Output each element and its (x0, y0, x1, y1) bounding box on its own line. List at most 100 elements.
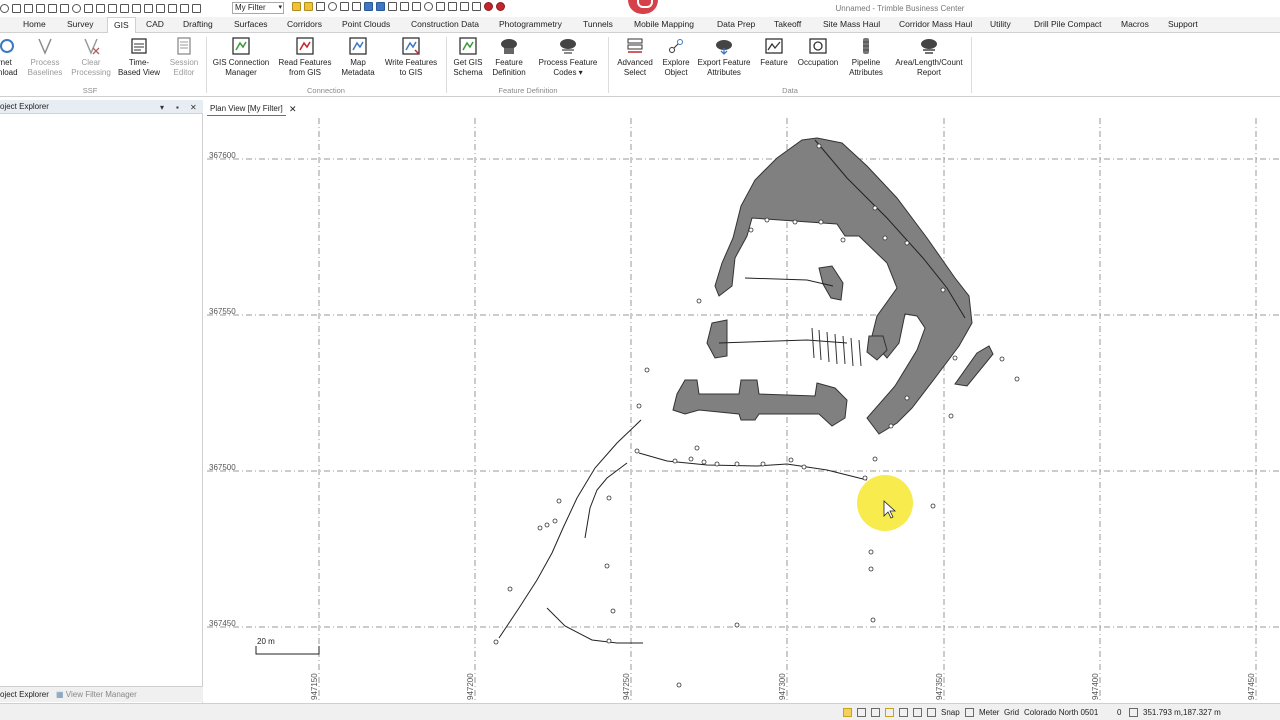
pick-icon[interactable] (316, 2, 325, 11)
view-icon[interactable] (180, 4, 189, 13)
tab-project-explorer[interactable]: oject Explorer (0, 689, 49, 701)
ribbon-panel: rnet nload Process Baselines Clear Proce… (0, 33, 1280, 97)
tab-data-prep[interactable]: Data Prep (717, 17, 755, 33)
grid-status[interactable]: Grid (1004, 707, 1019, 718)
tab-cad[interactable]: CAD (146, 17, 164, 33)
pen-icon[interactable] (448, 2, 457, 11)
snap-toggle-icon[interactable] (927, 708, 936, 717)
redo-icon[interactable] (120, 4, 129, 13)
zoom-extents-icon[interactable] (132, 4, 141, 13)
clear-processing-button[interactable]: Clear Processing (69, 36, 113, 78)
structure-polygon[interactable] (866, 335, 888, 361)
process-baselines-button[interactable]: Process Baselines (26, 36, 64, 78)
gis-connection-manager-button[interactable]: GIS Connection Manager (210, 36, 272, 78)
orbit-icon[interactable] (424, 2, 433, 11)
table-icon[interactable] (400, 2, 409, 11)
advanced-select-button[interactable]: Advanced Select (613, 36, 657, 78)
pencil-icon[interactable] (376, 2, 385, 11)
structure-polygon[interactable] (706, 319, 728, 359)
cube-icon[interactable] (352, 2, 361, 11)
tab-site-mass-haul[interactable]: Site Mass Haul (823, 17, 880, 33)
write-features-to-gis-button[interactable]: Write Features to GIS (382, 36, 440, 78)
polyline-icon[interactable] (412, 2, 421, 11)
tab-photogrammetry[interactable]: Photogrammetry (499, 17, 562, 33)
map-metadata-button[interactable]: Map Metadata (338, 36, 378, 78)
measure-icon[interactable] (340, 2, 349, 11)
plan-view-tab[interactable]: Plan View [My Filter] (207, 103, 286, 116)
tab-view-filter-manager[interactable]: ▦ View Filter Manager (56, 689, 137, 701)
tab-point-clouds[interactable]: Point Clouds (342, 17, 390, 33)
tab-support[interactable]: Support (1168, 17, 1198, 33)
pipeline-attributes-button[interactable]: Pipeline Attributes (845, 36, 887, 78)
undo-icon[interactable] (108, 4, 117, 13)
select-toggle-icon[interactable] (857, 708, 866, 717)
tab-drill-pile-compact[interactable]: Drill Pile Compact (1034, 17, 1102, 33)
highlight-toggle-icon[interactable] (843, 708, 852, 717)
units-status[interactable]: Meter (979, 707, 999, 718)
open-icon[interactable] (24, 4, 33, 13)
coordinate-system-status[interactable]: Colorado North 0501 (1024, 707, 1098, 718)
snap-icon[interactable] (328, 2, 337, 11)
print-icon[interactable] (60, 4, 69, 13)
save-as-icon[interactable] (48, 4, 57, 13)
pan-icon[interactable] (156, 4, 165, 13)
area-length-count-report-button[interactable]: Area/Length/Count Report (891, 36, 967, 78)
tab-corridors[interactable]: Corridors (287, 17, 322, 33)
import-icon[interactable] (84, 4, 93, 13)
filter-icon[interactable] (304, 2, 313, 11)
grid-icon[interactable] (388, 2, 397, 11)
tab-construction-data[interactable]: Construction Data (411, 17, 479, 33)
refresh-icon[interactable] (0, 4, 9, 13)
tab-takeoff[interactable]: Takeoff (774, 17, 801, 33)
record-icon[interactable] (484, 2, 493, 11)
session-editor-button[interactable]: Session Editor (165, 36, 203, 78)
process-feature-codes-button[interactable]: Process Feature Codes ▾ (535, 36, 601, 78)
tab-home[interactable]: Home (23, 17, 46, 33)
select-icon[interactable] (192, 4, 201, 13)
new-project-icon[interactable] (12, 4, 21, 13)
save-icon[interactable] (36, 4, 45, 13)
grid-toggle-icon[interactable] (885, 708, 894, 717)
tab-corridor-mass-haul[interactable]: Corridor Mass Haul (899, 17, 972, 33)
read-features-from-gis-button[interactable]: Read Features from GIS (276, 36, 334, 78)
time-based-view-button[interactable]: Time- Based View (117, 36, 161, 78)
structure-polygon[interactable] (818, 265, 844, 301)
dim-icon[interactable] (436, 2, 445, 11)
zoom-window-icon[interactable] (144, 4, 153, 13)
snap-status[interactable]: Snap (941, 707, 960, 718)
view-filter-select[interactable]: My Filter (232, 2, 284, 14)
tab-surfaces[interactable]: Surfaces (234, 17, 268, 33)
feature-report-button[interactable]: Feature (757, 36, 791, 68)
tab-drafting[interactable]: Drafting (183, 17, 213, 33)
feature-definition-button[interactable]: Feature Definition (489, 36, 529, 78)
internet-download-button[interactable]: rnet nload (0, 36, 20, 78)
pin-icon[interactable]: ▪ (176, 101, 179, 114)
get-gis-schema-button[interactable]: Get GIS Schema (450, 36, 486, 78)
layers-toggle-icon[interactable] (871, 708, 880, 717)
layer-icon[interactable] (168, 4, 177, 13)
tab-tunnels[interactable]: Tunnels (583, 17, 613, 33)
panel-dropdown-icon[interactable]: ▾ (160, 101, 164, 114)
panel-close-icon[interactable]: ✕ (190, 101, 197, 114)
tab-survey[interactable]: Survey (67, 17, 93, 33)
tab-macros[interactable]: Macros (1121, 17, 1149, 33)
structure-polygon[interactable] (954, 345, 994, 387)
structure-polygon[interactable] (672, 379, 848, 427)
stop-icon[interactable] (472, 2, 481, 11)
export-icon[interactable] (96, 4, 105, 13)
export-feature-attributes-button[interactable]: Export Feature Attributes (695, 36, 753, 78)
explore-object-button[interactable]: Explore Object (659, 36, 693, 78)
cursor-toggle-icon[interactable] (899, 708, 908, 717)
tab-utility[interactable]: Utility (990, 17, 1011, 33)
line-tool-icon[interactable] (460, 2, 469, 11)
close-tab-icon[interactable]: ✕ (289, 103, 297, 115)
cancel-icon[interactable] (496, 2, 505, 11)
tab-mobile-mapping[interactable]: Mobile Mapping (634, 17, 694, 33)
tab-gis[interactable]: GIS (107, 17, 136, 34)
settings-gear-icon[interactable] (72, 4, 81, 13)
plan-view-canvas[interactable]: 367600 367550 367500 367450 947150 94720… (207, 118, 1280, 703)
table-toggle-icon[interactable] (913, 708, 922, 717)
link-icon[interactable] (364, 2, 373, 11)
occupation-report-button[interactable]: Occupation (795, 36, 841, 68)
highlight-icon[interactable] (292, 2, 301, 11)
